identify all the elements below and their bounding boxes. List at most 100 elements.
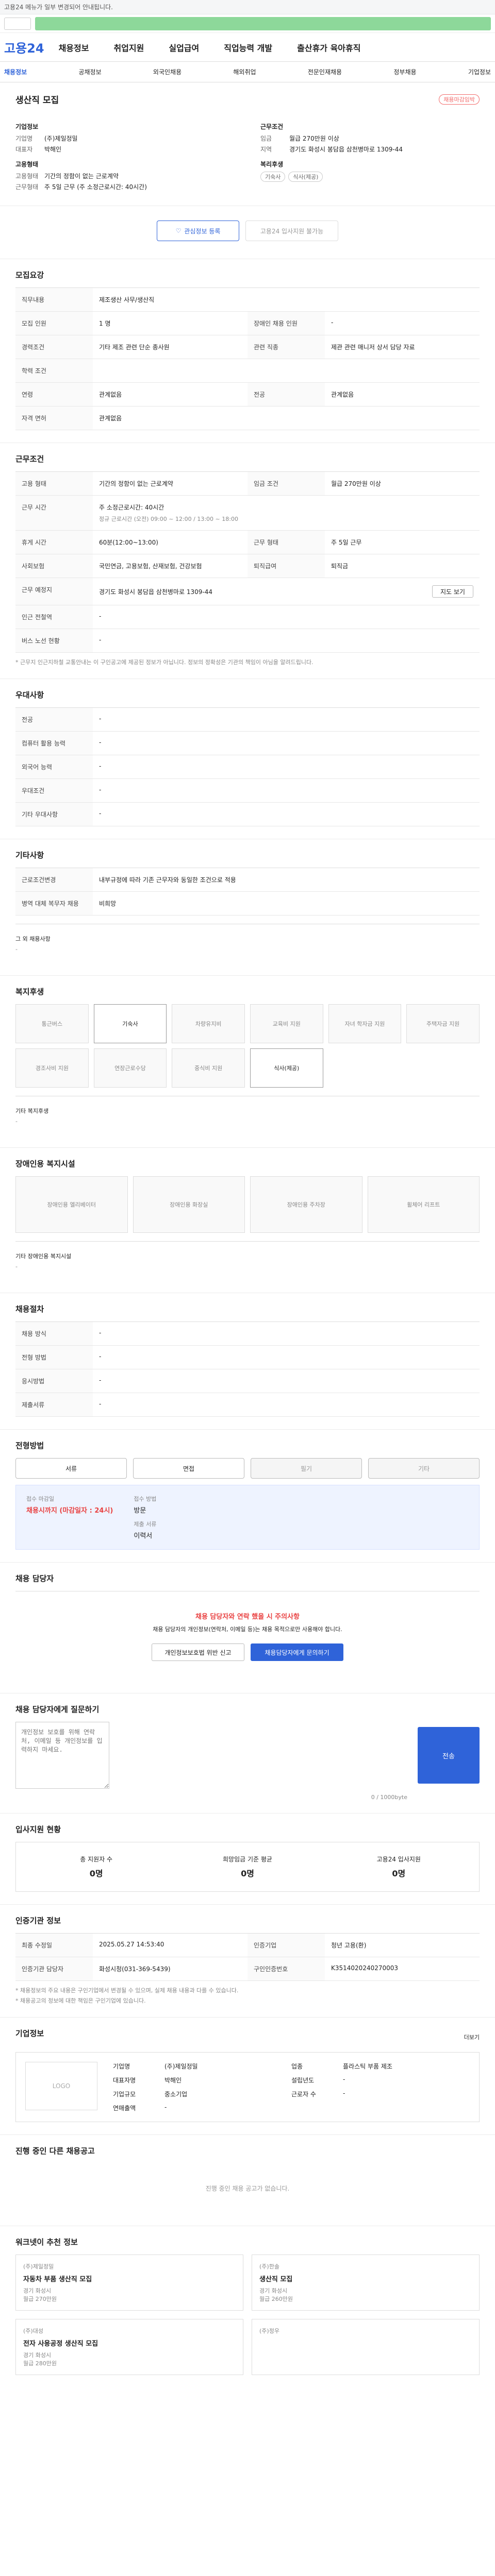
disability-card: 장애인용 엘리베이터	[15, 1176, 128, 1233]
company-value: 플라스틱 부품 제조	[343, 2063, 392, 2070]
sub-nav: 채용정보 공채정보 외국인채용 해외취업 전문인재채용 정부채용 기업정보	[0, 62, 495, 82]
method-value: 방문	[134, 1507, 146, 1515]
applicants-title: 입사지원 현황	[15, 1825, 61, 1834]
welfare-item: 식사(제공)	[288, 172, 323, 182]
report-button[interactable]: 개인정보보호법 위반 신고	[152, 1643, 244, 1661]
extra-table: 전공 - 컴퓨터 활용 능력 - 외국어 능력 - 우대조건 - 기타 우대사항 -	[15, 707, 480, 826]
table-cell: 구인인증번호	[248, 1957, 325, 1980]
table-cell: -	[99, 739, 102, 746]
location-label: 지역	[260, 146, 272, 153]
table-cell: 근로조건변경	[15, 868, 93, 891]
map-button[interactable]: 지도 보기	[432, 585, 473, 598]
company-value: (주)제일정밀	[164, 2063, 198, 2070]
submit-question-button[interactable]: 전송	[418, 1727, 480, 1784]
subnav-item[interactable]: 해외취업	[233, 67, 256, 76]
info-note: * 채용공고의 정보에 대한 책임은 구인기업에 있습니다.	[15, 1997, 146, 2004]
table-cell: 전공	[15, 708, 93, 731]
table-cell: 관련 직종	[248, 335, 325, 359]
hire-type-value: 기간의 정함이 없는 근로계약	[44, 173, 119, 180]
location-value: 경기도 화성시 봉담읍 삼천병마로 1309-44	[289, 146, 403, 153]
doc-label: 제출 서류	[134, 1521, 157, 1528]
byte-counter: 0 / 1000byte	[371, 1794, 407, 1801]
table-cell: 근무 형태	[248, 531, 325, 554]
subnav-item[interactable]: 채용정보	[4, 67, 27, 76]
company-name[interactable]: (주)제일정밀	[44, 134, 235, 143]
recommend-title: 워크넷이 추천 정보	[15, 2238, 78, 2247]
nav-training[interactable]: 직업능력 개발	[224, 41, 272, 54]
job-card-pay: 월급 280만원	[23, 2360, 57, 2367]
company-value: -	[343, 2076, 345, 2083]
job-card[interactable]: (주)한솔 생산직 모집 경기 화성시 월급 260만원	[252, 2255, 480, 2311]
recruit-title: 모집요강	[15, 270, 44, 280]
contact-button[interactable]: 채용담당자에게 문의하기	[251, 1643, 343, 1661]
table-cell: 주 5일 근무	[331, 539, 362, 546]
interest-button[interactable]: ♡ 관심정보 등록	[157, 221, 239, 241]
table-cell: 임금 조건	[248, 472, 325, 495]
stat-value: 0명	[89, 1869, 103, 1878]
nav-employment-support[interactable]: 취업지원	[113, 41, 144, 54]
question-input[interactable]	[15, 1722, 109, 1789]
benefit-card: 자녀 학자금 지원	[328, 1004, 402, 1043]
table-cell: 인근 전철역	[15, 605, 93, 629]
conditions-title: 근무조건	[15, 454, 44, 464]
table-cell: -	[99, 715, 102, 722]
subnav-item[interactable]: 외국인채용	[153, 67, 182, 76]
process-section: 채용절차 채용 방식 - 전형 방법 - 응시방법 - 제출서류 -	[0, 1293, 495, 1430]
job-actions: ♡ 관심정보 등록 고용24 입사지원 불가능	[0, 206, 495, 259]
disability-cards: 장애인용 엘리베이터 장애인용 화장실 장애인용 주차장 휠체어 리프트	[15, 1176, 480, 1233]
job-card[interactable]: (주)정우	[252, 2319, 480, 2375]
table-cell: 인증기업	[248, 1934, 325, 1957]
table-cell: 근무 시간	[15, 496, 93, 530]
subnav-item[interactable]: 기업정보	[468, 67, 491, 76]
job-card-title[interactable]: 전자 사용공정 생산직 모집	[23, 2338, 236, 2348]
apply-button[interactable]: 고용24 입사지원 불가능	[245, 221, 338, 241]
table-cell: 컴퓨터 활용 능력	[15, 732, 93, 755]
representative: 박해인	[44, 146, 62, 153]
recruit-section: 모집요강 직무내용 제조생산 사무/생산직 모집 인원 1 명 장애인 채용 인…	[0, 259, 495, 443]
ad-banner[interactable]	[35, 16, 491, 30]
nav-job-info[interactable]: 채용정보	[59, 41, 89, 54]
job-card-title[interactable]: 자동차 부품 생산직 모집	[23, 2274, 236, 2283]
subnav-item[interactable]: 공채정보	[78, 67, 101, 76]
subnav-item[interactable]: 정부채용	[393, 67, 416, 76]
stat-value: 0명	[392, 1869, 406, 1878]
table-cell: 경력조건	[15, 335, 93, 359]
table-cell: 기간의 정함이 없는 근로계약	[99, 480, 173, 487]
nav-leave[interactable]: 출산휴가 육아휴직	[297, 41, 360, 54]
job-card-title[interactable]: 생산직 모집	[259, 2274, 472, 2283]
stat-label: 희망임금 기준 평균	[223, 1856, 272, 1863]
disability-card: 장애인용 주차장	[250, 1176, 362, 1233]
conditions-table: 고용 형태 기간의 정함이 없는 근로계약 임금 조건 월급 270만원 이상 …	[15, 471, 480, 653]
recommend-section: 워크넷이 추천 정보 (주)제일정밀 자동차 부품 생산직 모집 경기 화성시 …	[0, 2226, 495, 2387]
info-title: 인증기관 정보	[15, 1916, 61, 1925]
nav-unemployment[interactable]: 실업급여	[169, 41, 199, 54]
company-value: -	[343, 2090, 345, 2097]
other-jobs-title: 진행 중인 다른 채용공고	[15, 2146, 95, 2156]
table-cell: 비희망	[99, 900, 117, 907]
work-condition-label: 근무조건	[260, 123, 284, 130]
table-cell: 월급 270만원 이상	[331, 480, 381, 487]
job-card[interactable]: (주)대성 전자 사용공정 생산직 모집 경기 화성시 월급 280만원	[15, 2319, 243, 2375]
extra-title: 우대사항	[15, 690, 44, 700]
step-written: 필기	[251, 1458, 362, 1479]
table-cell: 기타 제조 관련 단순 종사원	[99, 344, 170, 351]
company-key: 기업명	[113, 2063, 130, 2070]
job-card[interactable]: (주)제일정밀 자동차 부품 생산직 모집 경기 화성시 월급 270만원	[15, 2255, 243, 2311]
table-cell: 인증기관 담당자	[15, 1957, 93, 1980]
disability-title: 장애인용 복지시설	[15, 1159, 75, 1168]
disability-card: 장애인용 화장실	[133, 1176, 245, 1233]
company-key: 근로자 수	[291, 2091, 316, 2098]
subnav-item[interactable]: 전문인재채용	[308, 67, 342, 76]
company-title: 기업정보	[15, 2029, 44, 2038]
table-cell: 제관 관련 매니저 상서 담당 자료	[331, 344, 415, 351]
table-cell: 60분(12:00~13:00)	[99, 539, 158, 546]
table-cell	[93, 359, 480, 382]
brand-logo[interactable]: 고용24	[4, 38, 44, 56]
benefit-card: 연장근로수당	[93, 1048, 167, 1088]
benefit-card: 식사(제공)	[250, 1048, 323, 1088]
table-cell: 2025.05.27 14:53:40	[99, 1941, 164, 1948]
company-more-link[interactable]: 더보기	[464, 2033, 480, 2041]
disability-section: 장애인용 복지시설 장애인용 엘리베이터 장애인용 화장실 장애인용 주차장 휠…	[0, 1148, 495, 1293]
table-cell: 응시방법	[15, 1369, 93, 1393]
warning-title: 채용 담당자	[15, 1574, 54, 1583]
